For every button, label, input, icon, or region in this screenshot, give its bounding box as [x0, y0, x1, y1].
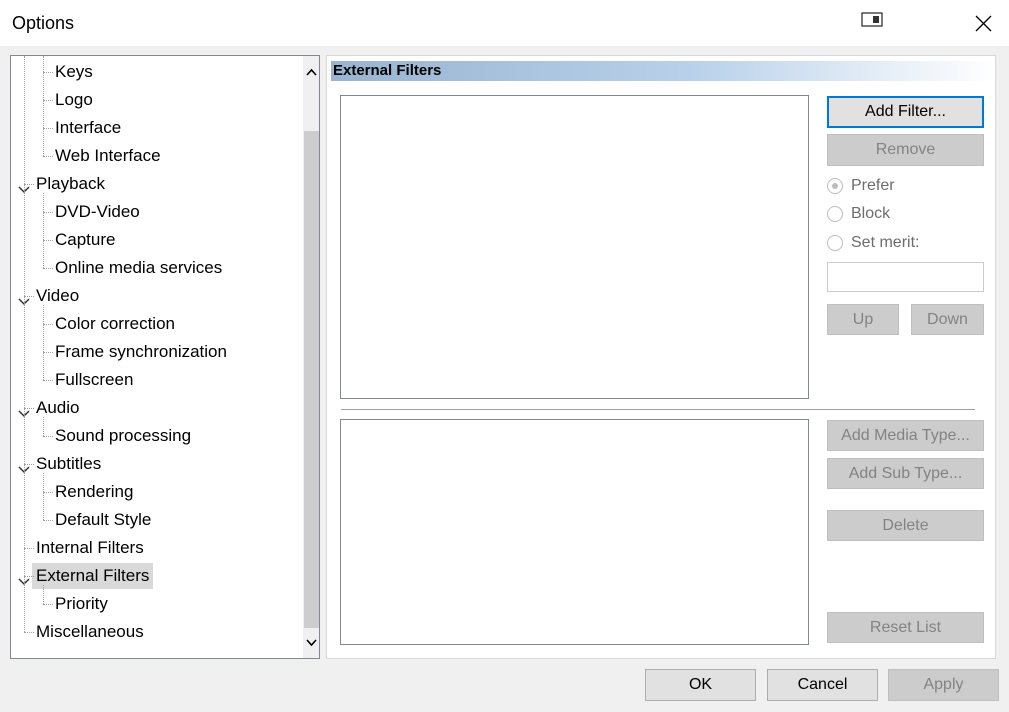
tree-connector	[43, 128, 53, 129]
tree-connector	[43, 492, 53, 493]
tree-item[interactable]: Miscellaneous	[36, 619, 144, 645]
scroll-up-button[interactable]	[303, 56, 319, 88]
tree-connector	[43, 100, 53, 101]
merit-input[interactable]	[827, 262, 984, 292]
remove-button[interactable]: Remove	[827, 134, 984, 166]
tree-item[interactable]: Sound processing	[55, 423, 191, 449]
cancel-button[interactable]: Cancel	[767, 669, 878, 701]
window-title: Options	[12, 13, 75, 33]
tree-connector	[43, 324, 53, 325]
tree-item[interactable]: External Filters	[32, 563, 154, 589]
tree-item[interactable]: Fullscreen	[55, 367, 133, 393]
scroll-down-button[interactable]	[303, 628, 319, 658]
tree-connector	[43, 380, 53, 381]
scroll-thumb[interactable]	[304, 131, 319, 628]
apply-button[interactable]: Apply	[888, 669, 999, 701]
snap-layout-icon[interactable]	[861, 12, 883, 28]
tree-connector	[24, 56, 25, 632]
set-merit-label: Set merit:	[851, 234, 920, 251]
chevron-down-icon	[306, 639, 317, 647]
tree-item[interactable]: Color correction	[55, 311, 175, 337]
tree-item[interactable]: DVD-Video	[55, 199, 140, 225]
add-sub-type-button[interactable]: Add Sub Type...	[827, 458, 984, 489]
separator-line	[341, 409, 975, 410]
up-button[interactable]: Up	[827, 304, 899, 335]
external-filters-page: External Filters Add Filter... Remove Pr…	[326, 55, 996, 659]
tree-connector	[43, 72, 53, 73]
tree-connector	[43, 212, 53, 213]
tree-item[interactable]: Online media services	[55, 255, 222, 281]
tree-connector	[24, 548, 34, 549]
close-button[interactable]	[964, 6, 1002, 40]
tree-item[interactable]: Interface	[55, 115, 121, 141]
add-media-type-button[interactable]: Add Media Type...	[827, 420, 984, 451]
chevron-up-icon	[306, 68, 317, 76]
down-button[interactable]: Down	[911, 304, 984, 335]
tree-connector	[43, 417, 44, 436]
tree-connector	[43, 156, 53, 157]
tree-connector	[43, 193, 44, 268]
block-label: Block	[851, 205, 891, 222]
filters-list[interactable]	[340, 95, 809, 399]
add-filter-button[interactable]: Add Filter...	[827, 96, 984, 128]
tree-connector	[43, 56, 44, 156]
tree-item[interactable]: Keys	[55, 59, 93, 85]
reset-list-button[interactable]: Reset List	[827, 612, 984, 643]
tree-scrollbar[interactable]	[303, 56, 319, 658]
tree-item[interactable]: Playback	[36, 171, 105, 197]
block-radio-circle	[827, 206, 843, 222]
ok-button[interactable]: OK	[645, 669, 756, 701]
title-bar: Options	[0, 0, 1009, 46]
tree-connector	[43, 305, 44, 380]
media-types-list[interactable]	[340, 419, 809, 645]
tree-connector	[43, 520, 53, 521]
tree-item[interactable]: Logo	[55, 87, 93, 113]
tree-connector	[43, 268, 53, 269]
tree-connector	[24, 632, 34, 633]
prefer-label: Prefer	[851, 177, 895, 194]
tree-connector	[43, 436, 53, 437]
tree-connector	[43, 352, 53, 353]
tree-item[interactable]: Web Interface	[55, 143, 161, 169]
tree-connector	[43, 473, 44, 520]
tree-item[interactable]: Default Style	[55, 507, 151, 533]
options-tree[interactable]: Keys Logo Interface Web Interface Playback DV…	[10, 55, 320, 659]
tree-item[interactable]: Frame synchronization	[55, 339, 227, 365]
tree-item[interactable]: Subtitles	[36, 451, 101, 477]
tree-item[interactable]: Rendering	[55, 479, 133, 505]
tree-item[interactable]: Capture	[55, 227, 115, 253]
tree-connector	[43, 240, 53, 241]
page-header: External Filters	[331, 61, 995, 81]
prefer-radio-circle	[827, 178, 843, 194]
tree-connector	[43, 585, 44, 604]
radio-selected-dot	[832, 183, 838, 189]
tree-item[interactable]: Internal Filters	[36, 535, 144, 561]
tree-connector	[43, 604, 53, 605]
close-icon	[975, 15, 992, 32]
tree-item[interactable]: Priority	[55, 591, 108, 617]
set-merit-radio-circle	[827, 235, 843, 251]
delete-button[interactable]: Delete	[827, 510, 984, 541]
